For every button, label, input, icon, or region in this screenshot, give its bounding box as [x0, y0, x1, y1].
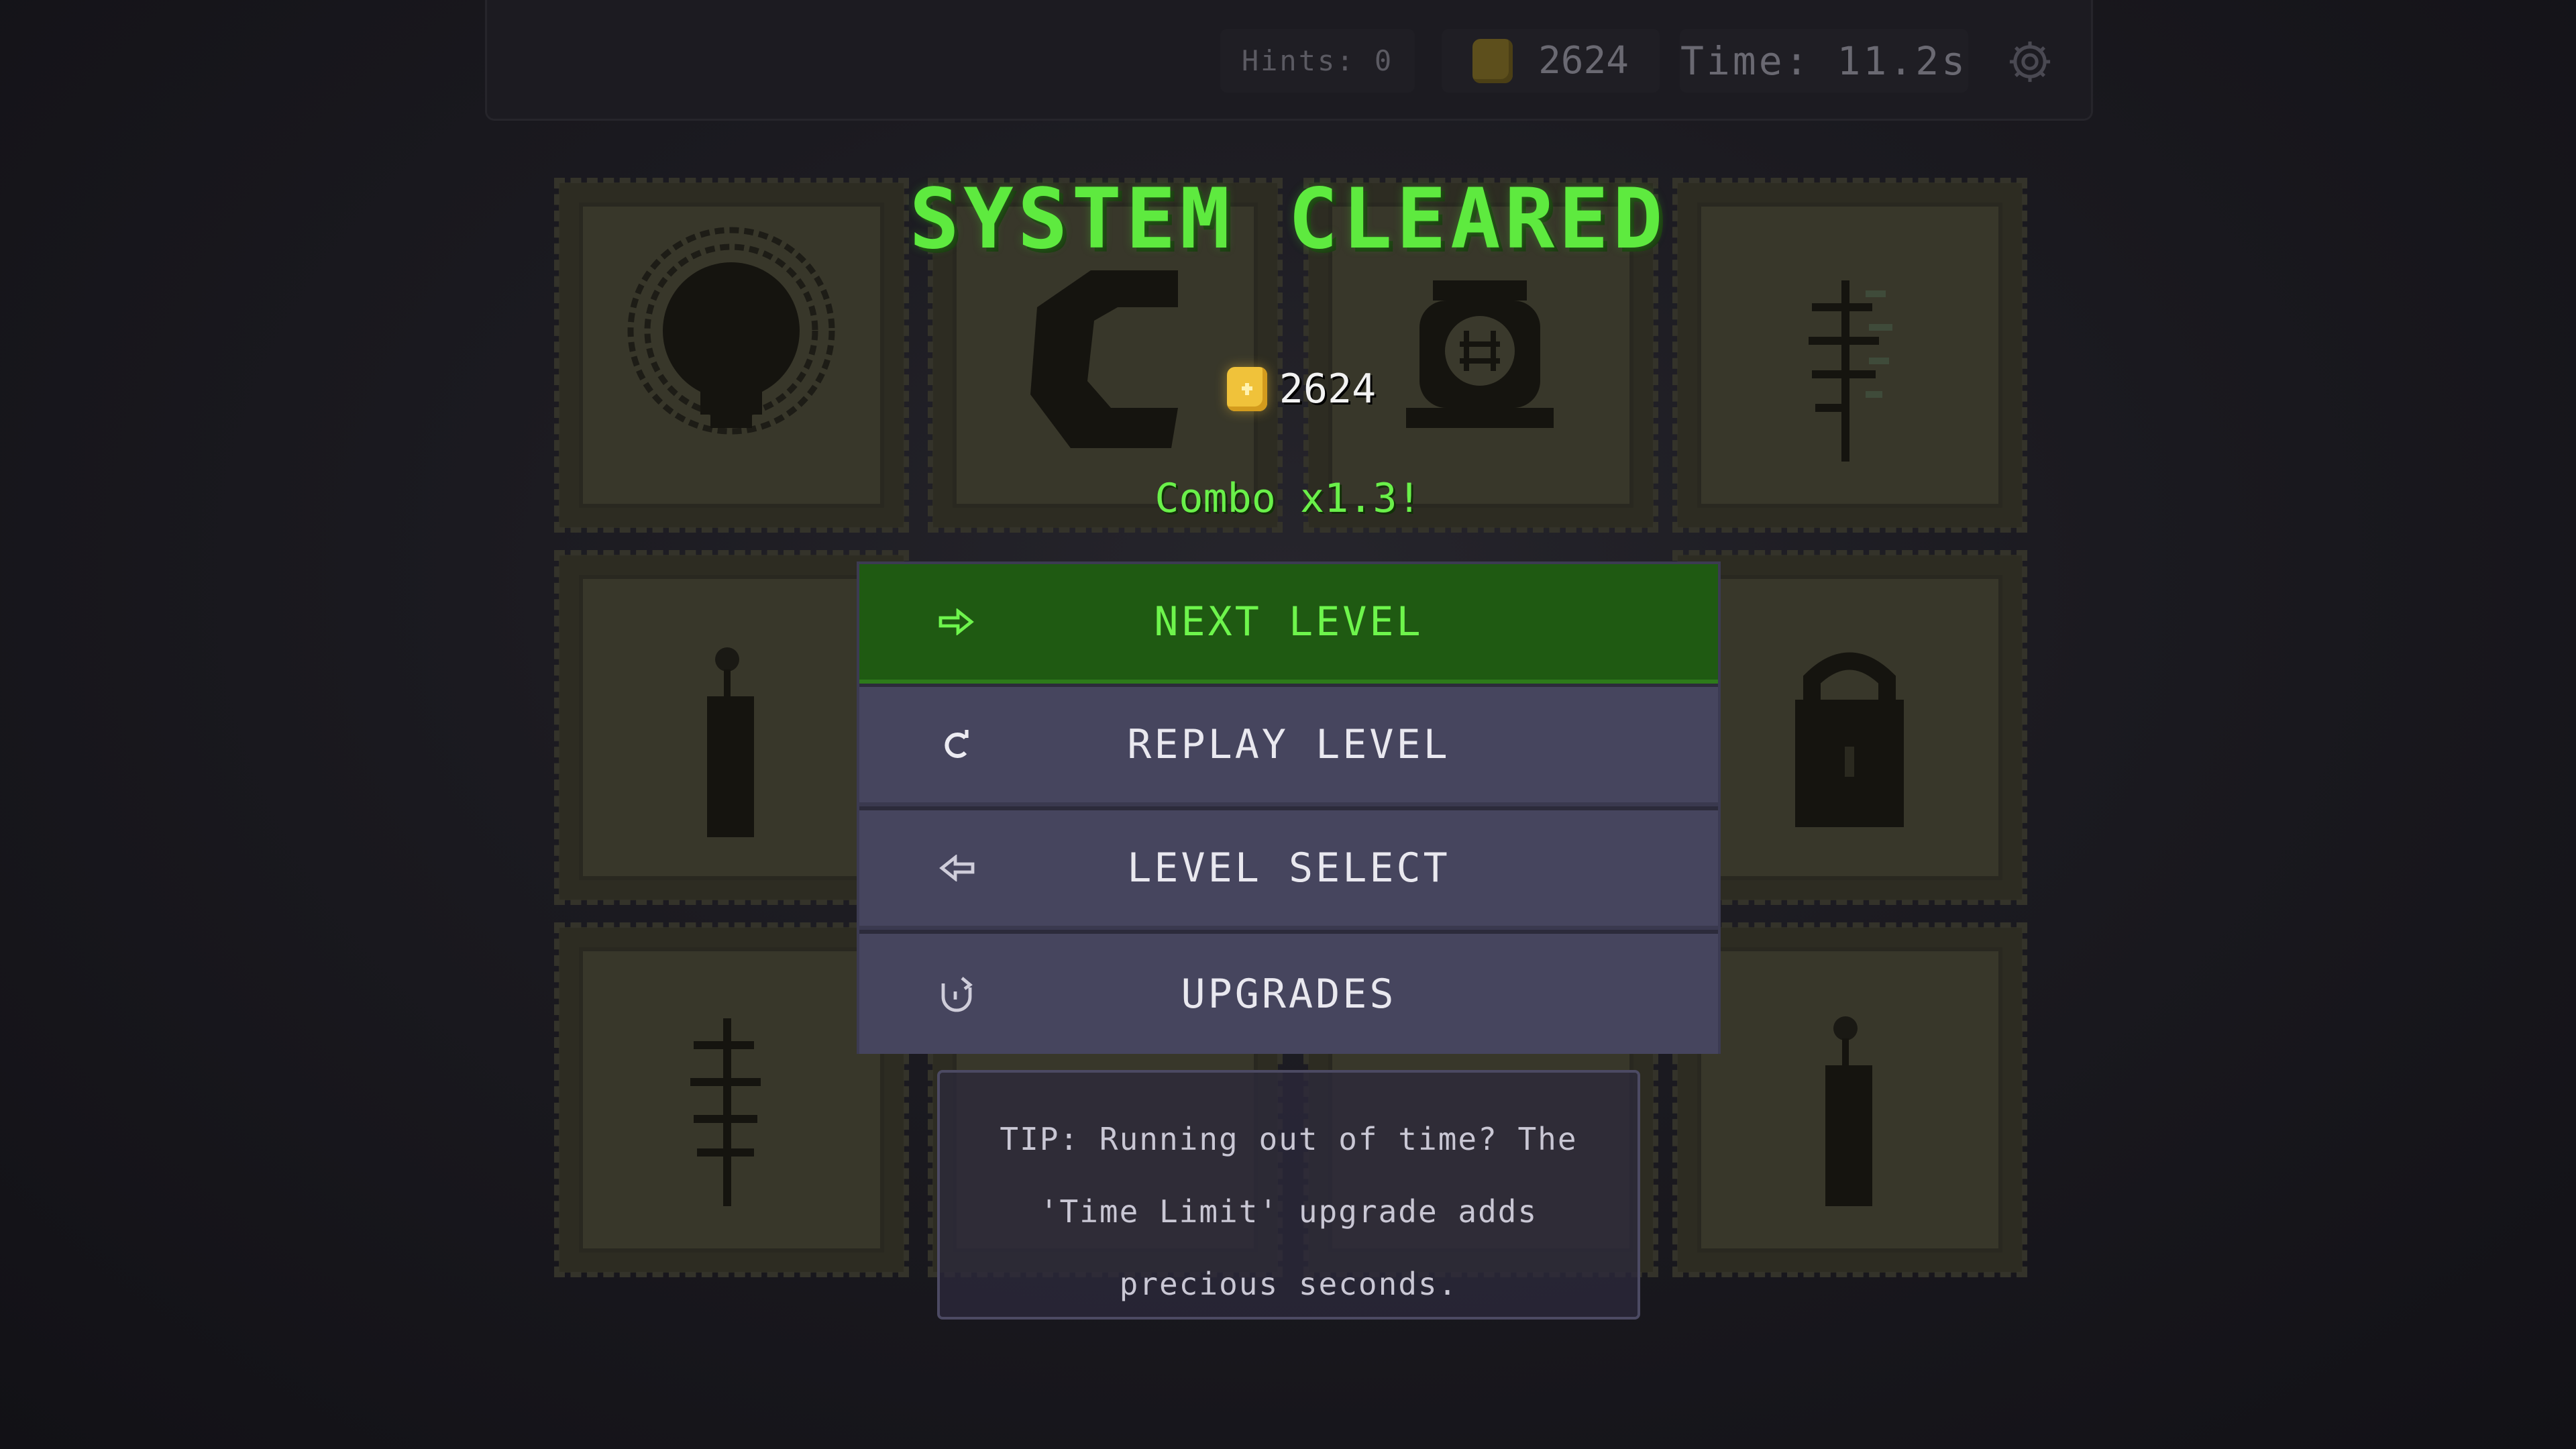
memory-tile[interactable]	[554, 922, 909, 1277]
coin-icon	[1472, 38, 1513, 83]
tile-face	[579, 575, 884, 880]
tip-line: 'Time Limit' upgrade adds	[1039, 1193, 1538, 1230]
memory-tile[interactable]	[1672, 550, 2027, 905]
next-level-label: NEXT LEVEL	[1154, 598, 1424, 645]
plant-sprig-icon	[690, 1018, 761, 1206]
timer: Time: 11.2s	[1680, 29, 1968, 93]
memory-tile[interactable]	[554, 550, 909, 905]
settings-button[interactable]	[2003, 35, 2057, 89]
arrow-left-icon	[933, 845, 980, 892]
memory-tile[interactable]	[1672, 922, 2027, 1277]
level-complete-title: SYSTEM CLEARED	[909, 171, 1667, 268]
level-select-label: LEVEL SELECT	[1127, 845, 1450, 892]
replay-level-label: REPLAY LEVEL	[1127, 721, 1450, 768]
upgrades-label: UPGRADES	[1181, 970, 1397, 1018]
combo-text: Combo x1.3!	[1155, 475, 1421, 522]
arrow-right-icon	[933, 598, 980, 645]
coin-mark-icon	[1241, 383, 1252, 395]
gear-icon	[2009, 41, 2051, 83]
coin-counter: 2624	[1442, 29, 1660, 93]
replay-level-button[interactable]: REPLAY LEVEL	[859, 687, 1718, 806]
reward-coin-value: 2624	[1279, 366, 1377, 413]
results-menu: NEXT LEVEL REPLAY LEVEL LEVEL SELECT UPG…	[857, 561, 1721, 1054]
tile-face	[579, 947, 884, 1252]
tip-line: TIP: Running out of time? The	[1000, 1121, 1578, 1157]
coin-total: 2624	[1538, 39, 1629, 83]
tile-face	[1697, 575, 2002, 880]
padlock-icon	[1795, 652, 1904, 827]
reward-coins: 2624	[1194, 356, 1409, 423]
candle-icon	[1825, 1016, 1872, 1206]
hints-counter: Hints: 0	[1220, 29, 1415, 93]
tip-box: TIP: Running out of time? The 'Time Limi…	[937, 1070, 1640, 1320]
game-screen: Hints: 0 2624 Time: 11.2s SYSTEM CLEARED…	[0, 0, 2576, 1449]
tip-line: precious seconds.	[1119, 1266, 1458, 1302]
level-select-button[interactable]: LEVEL SELECT	[859, 810, 1718, 930]
tile-face	[1697, 947, 2002, 1252]
top-hud: Hints: 0 2624 Time: 11.2s	[485, 0, 2093, 121]
candle-icon	[707, 647, 754, 837]
upgrades-button[interactable]: UPGRADES	[859, 934, 1718, 1054]
timer-text: Time: 11.2s	[1680, 38, 1968, 84]
next-level-button[interactable]: NEXT LEVEL	[859, 564, 1718, 684]
hints-text: Hints: 0	[1241, 44, 1394, 77]
coin-icon	[1226, 367, 1267, 411]
upgrade-icon	[933, 971, 980, 1018]
replay-icon	[933, 721, 980, 768]
